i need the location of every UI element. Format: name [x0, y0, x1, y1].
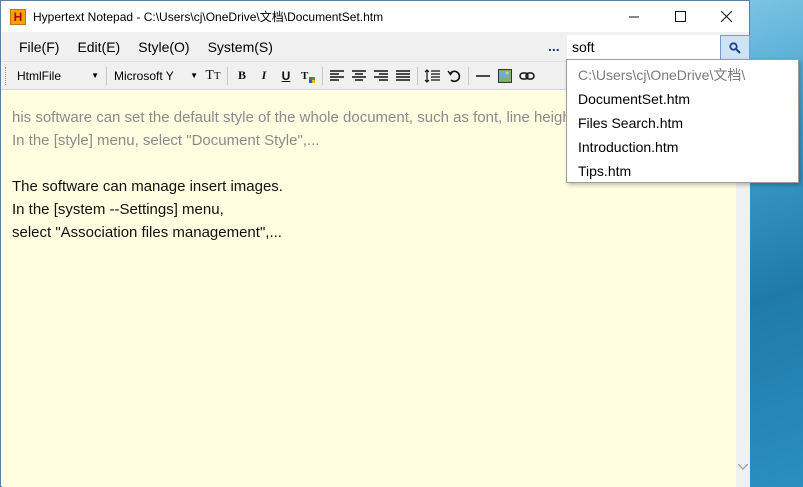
minimize-icon [628, 16, 639, 18]
menu-file[interactable]: File(F) [10, 39, 68, 55]
horizontal-rule-icon [476, 74, 490, 77]
close-icon [720, 11, 732, 22]
align-left-icon [330, 69, 344, 81]
font-value: Microsoft Y [114, 68, 174, 83]
search-input[interactable] [567, 35, 720, 59]
search-options-button[interactable]: ... [548, 38, 560, 54]
search-results-dropdown: C:\Users\cj\OneDrive\文档\ DocumentSet.htm… [566, 59, 799, 183]
file-type-value: HtmlFile [17, 68, 61, 83]
maximize-icon [674, 11, 686, 22]
line-height-button[interactable] [421, 65, 443, 87]
close-button[interactable] [703, 1, 749, 32]
menu-system[interactable]: System(S) [199, 39, 282, 55]
bold-button[interactable]: B [231, 65, 253, 87]
font-select[interactable]: Microsoft Y ▼ [110, 65, 202, 86]
svg-text:T: T [301, 70, 309, 82]
toolbar-separator [417, 66, 418, 85]
menu-bar: File(F) Edit(E) Style(O) System(S) ... [1, 32, 750, 61]
dropdown-file-item[interactable]: Files Search.htm [567, 111, 798, 135]
italic-icon: I [261, 68, 267, 82]
insert-link-button[interactable] [516, 65, 538, 87]
undo-icon [447, 70, 461, 82]
bold-icon: B [237, 68, 246, 82]
dropdown-folder-path: C:\Users\cj\OneDrive\文档\ [578, 67, 746, 83]
chevron-down-icon: ▼ [91, 71, 99, 80]
app-icon: H [10, 8, 26, 25]
justify-icon [396, 69, 410, 81]
title-bar: H Hypertext Notepad - C:\Users\cj\OneDri… [1, 1, 749, 32]
menu-edit[interactable]: Edit(E) [68, 39, 129, 55]
align-center-button[interactable] [348, 65, 370, 87]
menu-style[interactable]: Style(O) [129, 39, 198, 55]
align-right-button[interactable] [370, 65, 392, 87]
scroll-down-icon[interactable] [737, 462, 749, 473]
align-right-icon [374, 69, 388, 81]
undo-button[interactable] [443, 65, 465, 87]
toolbar-grip [5, 66, 9, 85]
insert-image-button[interactable] [494, 65, 516, 87]
chevron-down-icon: ▼ [190, 71, 198, 80]
minimize-button[interactable] [611, 1, 657, 32]
file-type-select[interactable]: HtmlFile ▼ [13, 65, 103, 86]
document-line: In the [system --Settings] menu, [12, 201, 224, 218]
maximize-button[interactable] [657, 1, 703, 32]
horizontal-rule-button[interactable] [472, 65, 494, 87]
dropdown-file-item[interactable]: DocumentSet.htm [567, 87, 798, 111]
underline-button[interactable]: U [275, 65, 297, 87]
italic-button[interactable]: I [253, 65, 275, 87]
justify-button[interactable] [392, 65, 414, 87]
dropdown-file-item[interactable]: Introduction.htm [567, 135, 798, 159]
search-button[interactable] [720, 35, 750, 60]
toolbar-separator [468, 66, 469, 85]
underline-icon: U [281, 68, 291, 83]
toolbar-separator [322, 66, 323, 85]
text-color-icon: T [301, 70, 315, 83]
image-icon [498, 68, 512, 83]
toolbar-separator [227, 66, 228, 85]
text-color-button[interactable]: T [297, 65, 319, 87]
line-height-icon [424, 68, 440, 83]
dropdown-file-item[interactable]: Tips.htm [567, 159, 798, 183]
align-left-button[interactable] [326, 65, 348, 87]
align-center-icon [352, 69, 366, 81]
link-icon [519, 71, 535, 80]
font-size-icon: TT [205, 67, 221, 83]
window-title: Hypertext Notepad - C:\Users\cj\OneDrive… [33, 10, 384, 24]
toolbar-separator [106, 66, 107, 85]
document-line: select "Association files management",..… [12, 224, 282, 241]
search-icon [729, 41, 741, 54]
font-size-button[interactable]: TT [202, 65, 224, 87]
